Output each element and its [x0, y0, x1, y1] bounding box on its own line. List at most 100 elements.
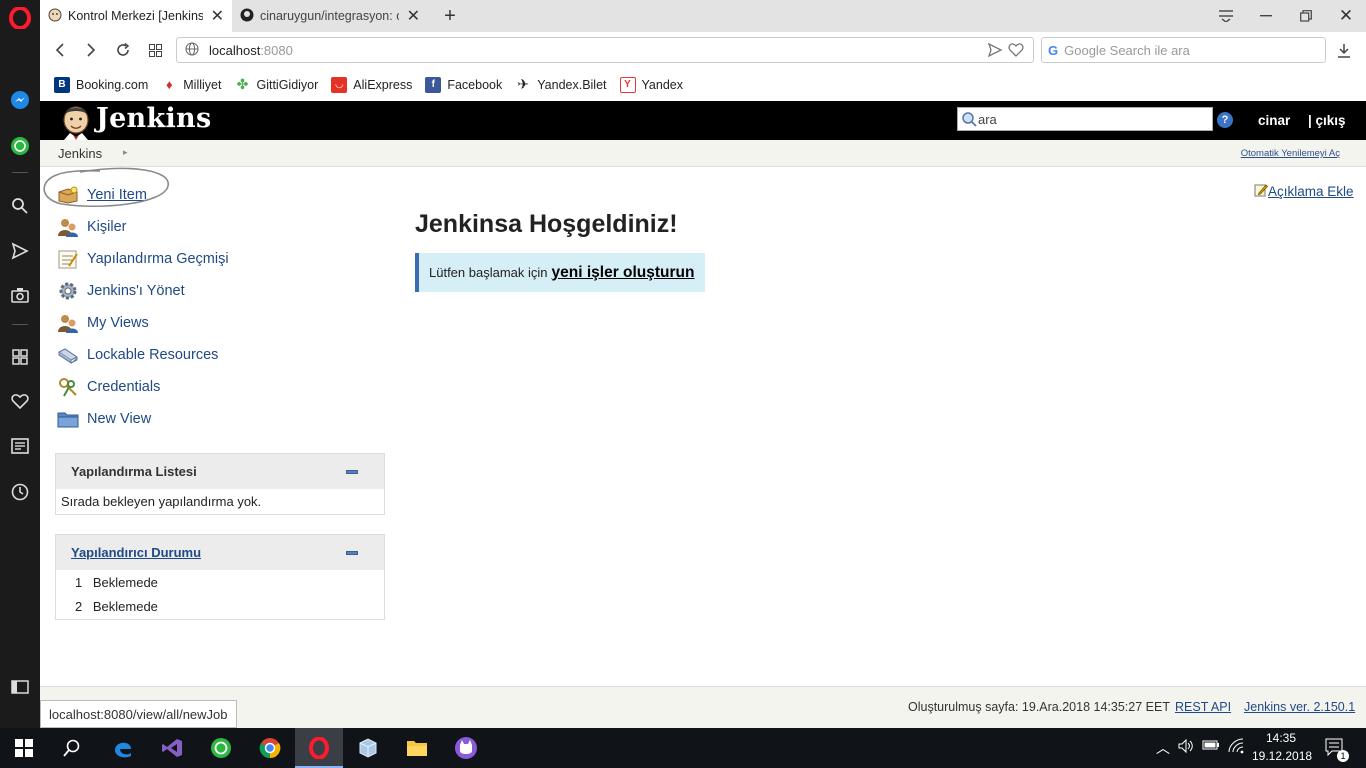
bookmark-yandex[interactable]: Y Yandex	[619, 76, 683, 93]
breadcrumb: Jenkins ▸ Otomatik Yenilemeyi Aç	[40, 140, 1366, 167]
jenkins-header: Jenkins ara ? cinar | çıkış	[40, 101, 1366, 140]
task-new-view[interactable]: New View	[56, 406, 151, 432]
breadcrumb-arrow-icon[interactable]: ▸	[123, 147, 128, 158]
new-tab-plus-icon[interactable]: +	[430, 0, 470, 32]
clock-time[interactable]: 14:35	[1266, 731, 1296, 745]
task-label[interactable]: New View	[87, 411, 151, 427]
rest-api-link[interactable]: REST API	[1175, 700, 1231, 714]
messenger-icon[interactable]	[8, 88, 32, 112]
task-label[interactable]: Kişiler	[87, 219, 126, 235]
task-label[interactable]: Jenkins'ı Yönet	[87, 283, 185, 299]
bookmark-label: Booking.com	[76, 77, 149, 92]
web-search-field[interactable]: G Google Search ile ara	[1041, 37, 1326, 63]
whatsapp-icon[interactable]	[8, 134, 32, 158]
speed-dial-icon[interactable]	[8, 345, 32, 369]
tab-bar: Kontrol Merkezi [Jenkins] ✕ cinaruygun/i…	[40, 0, 1366, 32]
reload-icon[interactable]	[111, 38, 135, 62]
task-build-history[interactable]: Yapılandırma Geçmişi	[56, 246, 229, 272]
close-tab-icon[interactable]: ✕	[211, 6, 224, 26]
download-icon[interactable]	[1332, 38, 1356, 62]
tab-github[interactable]: cinaruygun/integrasyon: o ✕	[232, 0, 428, 32]
search-icon[interactable]	[8, 194, 32, 218]
milliyet-icon: ♦	[165, 77, 173, 92]
edit-note-icon	[1254, 183, 1269, 200]
tab-menu-icon[interactable]	[1206, 0, 1246, 32]
bookmark-aliexpress[interactable]: ◡ AliExpress	[331, 76, 412, 93]
logout-link[interactable]: | çıkış	[1308, 113, 1346, 128]
url-field[interactable]: localhost:8080	[176, 37, 1034, 63]
breadcrumb-jenkins[interactable]: Jenkins	[58, 146, 102, 161]
forward-icon[interactable]	[79, 38, 103, 62]
task-label[interactable]: Yapılandırma Geçmişi	[87, 251, 229, 267]
camera-icon[interactable]	[8, 283, 32, 307]
tiles-icon[interactable]	[143, 38, 167, 62]
heart-icon[interactable]	[8, 389, 32, 413]
collapse-icon[interactable]	[346, 470, 358, 474]
clock-date[interactable]: 19.12.2018	[1252, 749, 1312, 763]
facebook-icon: f	[425, 76, 442, 93]
build-queue-header: Yapılandırma Listesi	[56, 454, 384, 489]
opera-taskbar-icon[interactable]	[295, 728, 343, 768]
create-new-jobs-link[interactable]: yeni işler oluşturun	[552, 264, 695, 282]
windows-taskbar: ︿ 14:35 19.12.2018 1	[0, 728, 1366, 768]
restore-icon[interactable]	[1286, 0, 1326, 32]
history-clock-icon[interactable]	[8, 480, 32, 504]
bookmark-label: Yandex	[641, 77, 683, 92]
task-credentials[interactable]: Credentials	[56, 374, 160, 400]
sidebar-toggle-icon[interactable]	[8, 675, 32, 699]
lockable-resources-icon	[56, 343, 80, 367]
task-label[interactable]: Credentials	[87, 379, 160, 395]
bookmark-yandex-bilet[interactable]: ✈ Yandex.Bilet	[515, 76, 607, 93]
task-my-views[interactable]: My Views	[56, 310, 149, 336]
user-link[interactable]: cinar	[1258, 113, 1290, 128]
whatsapp-icon[interactable]	[197, 728, 245, 768]
google-icon: G	[1048, 42, 1059, 58]
jenkins-butler-logo-icon[interactable]	[58, 104, 94, 143]
send-icon[interactable]	[8, 239, 32, 263]
executor-row: 1 Beklemede	[75, 575, 158, 590]
close-window-icon[interactable]: ✕	[1326, 0, 1366, 32]
jenkins-logo-text[interactable]: Jenkins	[96, 103, 211, 134]
task-manage-jenkins[interactable]: Jenkins'ı Yönet	[56, 278, 185, 304]
bookmark-facebook[interactable]: f Facebook	[425, 76, 502, 93]
search-icon[interactable]	[48, 728, 96, 768]
task-label[interactable]: My Views	[87, 315, 149, 331]
edge-icon[interactable]	[99, 728, 147, 768]
executors-title-link[interactable]: Yapılandırıcı Durumu	[71, 545, 201, 560]
jenkins-version-link[interactable]: Jenkins ver. 2.150.1	[1244, 700, 1355, 714]
minimize-icon[interactable]	[1246, 0, 1286, 32]
box-app-icon[interactable]	[344, 728, 392, 768]
battery-icon[interactable]	[1202, 738, 1220, 755]
task-people[interactable]: Kişiler	[56, 214, 126, 240]
folder-icon	[56, 407, 80, 431]
auto-refresh-link[interactable]: Otomatik Yenilemeyi Aç	[1241, 148, 1340, 159]
file-explorer-icon[interactable]	[393, 728, 441, 768]
chrome-icon[interactable]	[246, 728, 294, 768]
news-icon[interactable]	[8, 434, 32, 458]
airplane-icon: ✈	[517, 76, 530, 92]
bookmark-label: Yandex.Bilet	[537, 77, 607, 92]
add-description-link[interactable]: Açıklama Ekle	[1254, 183, 1354, 200]
jenkins-search-input[interactable]: ara	[957, 107, 1213, 131]
cat-app-icon[interactable]	[442, 728, 490, 768]
tab-jenkins[interactable]: Kontrol Merkezi [Jenkins] ✕	[40, 0, 232, 32]
share-icon[interactable]	[987, 42, 1003, 61]
bookmark-milliyet[interactable]: ♦ Milliyet	[161, 77, 222, 93]
opera-logo-icon[interactable]	[8, 6, 32, 30]
collapse-icon[interactable]	[346, 551, 358, 555]
sidebar-divider	[12, 324, 28, 325]
visual-studio-icon[interactable]	[148, 728, 196, 768]
help-icon[interactable]: ?	[1217, 112, 1233, 128]
bookmark-booking[interactable]: B Booking.com	[54, 76, 149, 93]
bookmark-gittigidiyor[interactable]: ✤ GittiGidiyor	[234, 76, 319, 93]
volume-icon[interactable]	[1178, 738, 1194, 757]
task-lockable-resources[interactable]: Lockable Resources	[56, 342, 218, 368]
tray-chevron-up-icon[interactable]: ︿	[1156, 738, 1170, 758]
bookmark-heart-icon[interactable]	[1008, 42, 1024, 60]
back-icon[interactable]	[48, 38, 72, 62]
close-tab-icon[interactable]: ✕	[407, 6, 420, 26]
windows-start-icon[interactable]	[0, 728, 48, 768]
executors-header: Yapılandırıcı Durumu	[56, 535, 384, 570]
task-label[interactable]: Lockable Resources	[87, 347, 218, 363]
wifi-icon[interactable]	[1228, 738, 1244, 757]
